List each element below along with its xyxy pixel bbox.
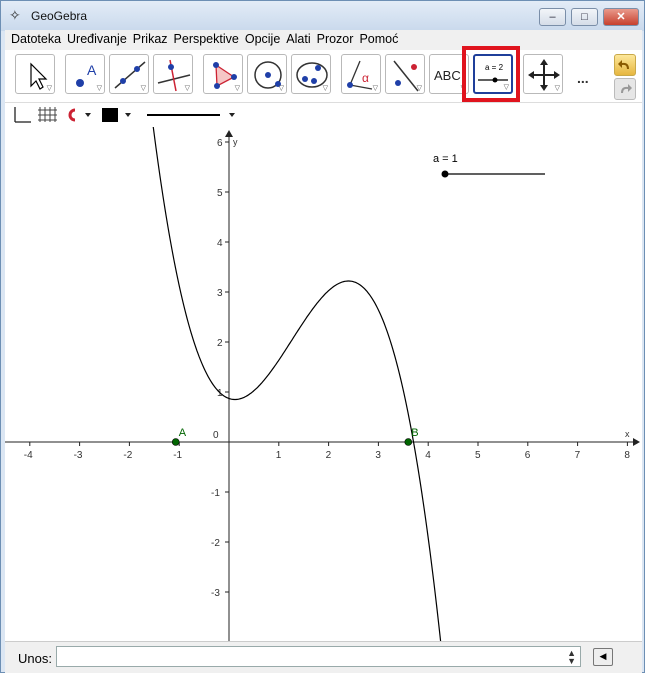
minimize-icon[interactable]: – <box>539 8 566 26</box>
menu-alati[interactable]: Alati <box>286 32 310 46</box>
menu-perspektive[interactable]: Perspektive <box>174 32 239 46</box>
menu-opcije[interactable]: Opcije <box>245 32 280 46</box>
point-b[interactable] <box>404 438 413 446</box>
angle-tool-button[interactable]: α ▽ <box>341 54 381 94</box>
menu-prikaz[interactable]: Prikaz <box>133 32 168 46</box>
input-label: Unos: <box>18 651 52 666</box>
more-tools-button[interactable]: ... <box>577 70 589 86</box>
svg-text:α: α <box>362 71 369 85</box>
input-field[interactable]: ▲ ▼ <box>56 646 581 667</box>
svg-text:ABC: ABC <box>434 68 461 83</box>
x-tick-label: 1 <box>276 450 282 461</box>
y-axis-arrow <box>225 130 233 137</box>
circle-tool-button[interactable]: ▽ <box>247 54 287 94</box>
x-tick-label: -2 <box>123 450 132 461</box>
y-tick-label: 5 <box>217 188 223 199</box>
y-tick-label: -3 <box>211 588 220 599</box>
menu-datoteka[interactable]: Datoteka <box>11 32 61 46</box>
style-bar <box>5 102 642 128</box>
function-curve[interactable] <box>149 127 444 641</box>
input-history-stepper[interactable]: ▲ ▼ <box>567 649 576 666</box>
x-tick-label: 2 <box>326 450 332 461</box>
slider-knob[interactable] <box>441 170 449 178</box>
menu-uredivanje[interactable]: Uređivanje <box>67 32 127 46</box>
grid-toggle-icon[interactable] <box>38 107 57 122</box>
conic-tool-button[interactable]: ▽ <box>291 54 331 94</box>
svg-text:A: A <box>87 62 97 78</box>
y-tick-label: 4 <box>217 238 223 249</box>
menu-prozor[interactable]: Prozor <box>317 32 354 46</box>
undo-icon[interactable] <box>614 54 636 76</box>
x-tick-label: 8 <box>624 450 630 461</box>
geogebra-logo-icon: ✧ <box>9 7 21 23</box>
move-tool-button[interactable]: ▽ <box>15 54 55 94</box>
y-tick-label: 3 <box>217 288 223 299</box>
window-title: GeoGebra <box>31 9 88 23</box>
maximize-icon[interactable]: □ <box>571 8 598 26</box>
y-tick-label: -2 <box>211 538 220 549</box>
point-tool-button[interactable]: A ▽ <box>65 54 105 94</box>
perpendicular-line-tool-button[interactable]: ▽ <box>153 54 193 94</box>
toolbar: ▽ A ▽ ▽ ▽ ▽ ▽ ▽ α ▽ ▽ ABC ▽ a = 2 ▽ ▽ ..… <box>5 50 642 102</box>
y-axis-label: y <box>233 137 238 147</box>
x-tick-label: 7 <box>575 450 581 461</box>
color-swatch-icon[interactable] <box>102 108 131 122</box>
input-help-icon[interactable]: ◀ <box>593 648 613 666</box>
geogebra-window: ✧ GeoGebra – □ ✕ Datoteka Uređivanje Prika… <box>0 0 645 673</box>
redo-icon[interactable] <box>614 78 636 100</box>
point-label-a: A <box>179 427 187 439</box>
close-icon[interactable]: ✕ <box>603 8 639 26</box>
x-tick-label: 5 <box>475 450 481 461</box>
axes-toggle-icon[interactable] <box>14 107 31 123</box>
x-axis-arrow <box>633 438 640 446</box>
x-tick-label: 3 <box>375 450 381 461</box>
title-bar[interactable]: ✧ GeoGebra – □ ✕ <box>1 1 644 31</box>
x-axis-label: x <box>625 429 630 439</box>
input-bar: Unos: ▲ ▼ ◀ <box>5 641 642 673</box>
y-tick-label: 2 <box>217 338 223 349</box>
menu-bar: Datoteka Uređivanje Prikaz Perspektive Opcij… <box>5 30 642 50</box>
point-a[interactable] <box>171 438 180 446</box>
move-graphics-view-tool-button[interactable]: ▽ <box>523 54 563 94</box>
line-style-icon[interactable] <box>147 113 235 117</box>
y-tick-label: 6 <box>217 138 223 149</box>
x-tick-label: -3 <box>74 450 83 461</box>
polygon-tool-button[interactable]: ▽ <box>203 54 243 94</box>
x-tick-label: 6 <box>525 450 531 461</box>
graphics-canvas[interactable]: -4 -3 -2 -1 1 2 3 4 5 6 7 8 -3-2-1123456 x y 0 AB a… <box>5 127 642 641</box>
slider-label: a = 1 <box>433 153 458 165</box>
slider-tool-highlight <box>462 46 520 102</box>
reflect-tool-button[interactable]: ▽ <box>385 54 425 94</box>
x-tick-label: -4 <box>24 450 33 461</box>
y-tick-label: -1 <box>211 488 220 499</box>
line-tool-button[interactable]: ▽ <box>109 54 149 94</box>
x-tick-label: -1 <box>173 450 182 461</box>
menu-pomoc[interactable]: Pomoć <box>359 32 398 46</box>
x-tick-label: 4 <box>425 450 431 461</box>
origin-label: 0 <box>213 430 219 441</box>
graphics-view[interactable]: -4 -3 -2 -1 1 2 3 4 5 6 7 8 -3 -2 -1 1 2 3 4 5 6 x y 0 AB a… <box>5 127 642 641</box>
point-capture-icon[interactable] <box>68 108 91 122</box>
point-label-b: B <box>411 427 418 439</box>
